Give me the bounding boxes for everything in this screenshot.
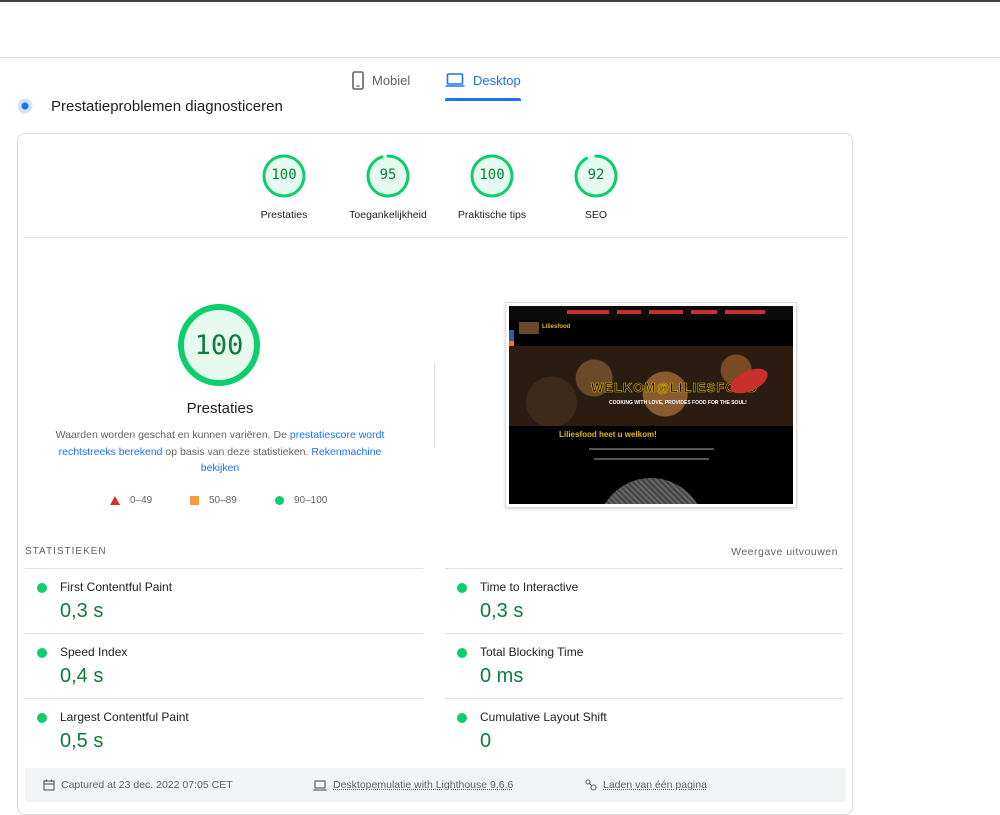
metric-label: Total Blocking Time	[480, 645, 584, 659]
metric-tti: Time to Interactive 0,3 s	[445, 568, 843, 633]
footer-load-text: Laden van één pagina	[603, 779, 707, 791]
gauge-performance[interactable]: 100 Prestaties	[229, 153, 339, 221]
header-divider	[0, 57, 1000, 58]
metric-value: 0	[480, 730, 492, 752]
gauges-divider	[25, 237, 847, 238]
single-page-load-icon	[585, 779, 597, 791]
site-brand: Liliesfood	[542, 324, 571, 330]
gauge-label: Prestaties	[260, 209, 308, 221]
metric-label: Cumulative Layout Shift	[480, 710, 607, 724]
gauge-accessibility[interactable]: 95 Toegankelijkheid	[333, 153, 443, 221]
calendar-icon	[43, 779, 55, 791]
expand-view-toggle[interactable]: Weergave uitvouwen	[731, 546, 838, 558]
active-tab-indicator	[445, 98, 521, 101]
metric-value: 0,5 s	[60, 730, 104, 752]
metric-value: 0,3 s	[480, 600, 524, 622]
pass-circle-icon	[37, 583, 47, 593]
phone-icon	[352, 70, 364, 90]
final-screenshot[interactable]: Liliesfood WELKOM@LILIESFOOD COOKING WIT…	[505, 302, 797, 508]
metric-value: 0,4 s	[60, 665, 104, 687]
main-performance-gauge: 100	[176, 302, 262, 388]
main-score-label: Prestaties	[186, 400, 254, 417]
footer-emulation[interactable]: Desktopemulatie with Lighthouse 9.6.6	[313, 779, 513, 791]
main-score: 100	[194, 330, 244, 361]
metric-tbt: Total Blocking Time 0 ms	[445, 633, 843, 698]
runtime-settings-footer: Captured at 23 dec. 2022 07:05 CET Deskt…	[25, 768, 845, 802]
legend-fail-label: 0–49	[130, 495, 153, 506]
tab-desktop[interactable]: Desktop	[445, 62, 521, 101]
metric-value: 0,3 s	[60, 600, 104, 622]
pass-circle-icon	[37, 713, 47, 723]
tab-desktop-label: Desktop	[473, 72, 521, 88]
pass-circle-icon	[457, 713, 467, 723]
site-text-line	[594, 458, 709, 460]
gauge-score: 92	[587, 167, 605, 183]
pass-circle-icon	[37, 648, 47, 658]
desktop-icon	[445, 73, 465, 87]
laptop-icon	[313, 779, 327, 791]
site-round-image	[597, 478, 705, 504]
lab-data-icon	[14, 95, 36, 117]
metric-value: 0 ms	[480, 665, 524, 687]
gauge-best-practices[interactable]: 100 Praktische tips	[437, 153, 547, 221]
legend-pass: 90–100	[275, 495, 327, 506]
score-description: Waarden worden geschat en kunnen variëre…	[45, 427, 395, 477]
metric-fcp: First Contentful Paint 0,3 s	[25, 568, 423, 633]
gauge-score: 95	[379, 167, 397, 183]
gauge-label: Toegankelijkheid	[349, 209, 427, 221]
desc-text-1: Waarden worden geschat en kunnen variëre…	[55, 429, 290, 441]
site-text-line	[589, 448, 714, 450]
footer-load[interactable]: Laden van één pagina	[585, 779, 707, 791]
legend-fail: 0–49	[110, 495, 152, 506]
pass-circle-icon	[457, 648, 467, 658]
legend-average-label: 50–89	[209, 495, 237, 506]
pass-circle-icon	[275, 496, 284, 505]
gauge-score: 100	[271, 167, 297, 183]
legend-pass-label: 90–100	[294, 495, 328, 506]
metric-label: Speed Index	[60, 645, 128, 659]
screenshot-image: Liliesfood WELKOM@LILIESFOOD COOKING WIT…	[509, 306, 793, 504]
metric-cls: Cumulative Layout Shift 0	[445, 698, 843, 763]
stats-heading: STATISTIEKEN	[25, 546, 107, 557]
gauge-label: Praktische tips	[457, 209, 527, 221]
site-logo	[519, 322, 539, 334]
site-hero: WELKOM@LILIESFOOD COOKING WITH LOVE, PRO…	[509, 346, 793, 426]
section-title: Prestatieproblemen diagnosticeren	[51, 97, 283, 115]
footer-captured: Captured at 23 dec. 2022 07:05 CET	[43, 779, 233, 791]
desc-text-2: op basis van deze statistieken.	[162, 445, 312, 458]
legend-average: 50–89	[190, 495, 237, 506]
metric-speed-index: Speed Index 0,4 s	[25, 633, 423, 698]
average-square-icon	[190, 496, 199, 505]
fail-triangle-icon	[110, 496, 120, 505]
stats-header: STATISTIEKEN Weergave uitvouwen	[25, 546, 838, 560]
footer-emulation-text: Desktopemulatie with Lighthouse 9.6.6	[333, 779, 514, 791]
pass-circle-icon	[457, 583, 467, 593]
browser-top-border	[0, 0, 1000, 2]
tab-mobile-label: Mobiel	[372, 72, 411, 88]
site-nav	[509, 306, 793, 320]
metric-label: Largest Contentful Paint	[60, 710, 189, 724]
gauge-label: SEO	[584, 209, 608, 221]
metric-label: Time to Interactive	[480, 580, 579, 594]
site-welcome: Liliesfood heet u welkom!	[559, 430, 657, 439]
site-hero-subtitle: COOKING WITH LOVE, PROVIDES FOOD FOR THE…	[609, 400, 747, 406]
gauge-seo[interactable]: 92 SEO	[541, 153, 651, 221]
vertical-divider	[434, 362, 435, 447]
metric-lcp: Largest Contentful Paint 0,5 s	[25, 698, 423, 763]
metric-label: First Contentful Paint	[60, 580, 173, 594]
section-header: Prestatieproblemen diagnosticeren	[14, 95, 283, 117]
footer-captured-text: Captured at 23 dec. 2022 07:05 CET	[61, 779, 233, 791]
tab-mobile[interactable]: Mobiel	[352, 62, 410, 98]
gauge-score: 100	[479, 167, 505, 183]
